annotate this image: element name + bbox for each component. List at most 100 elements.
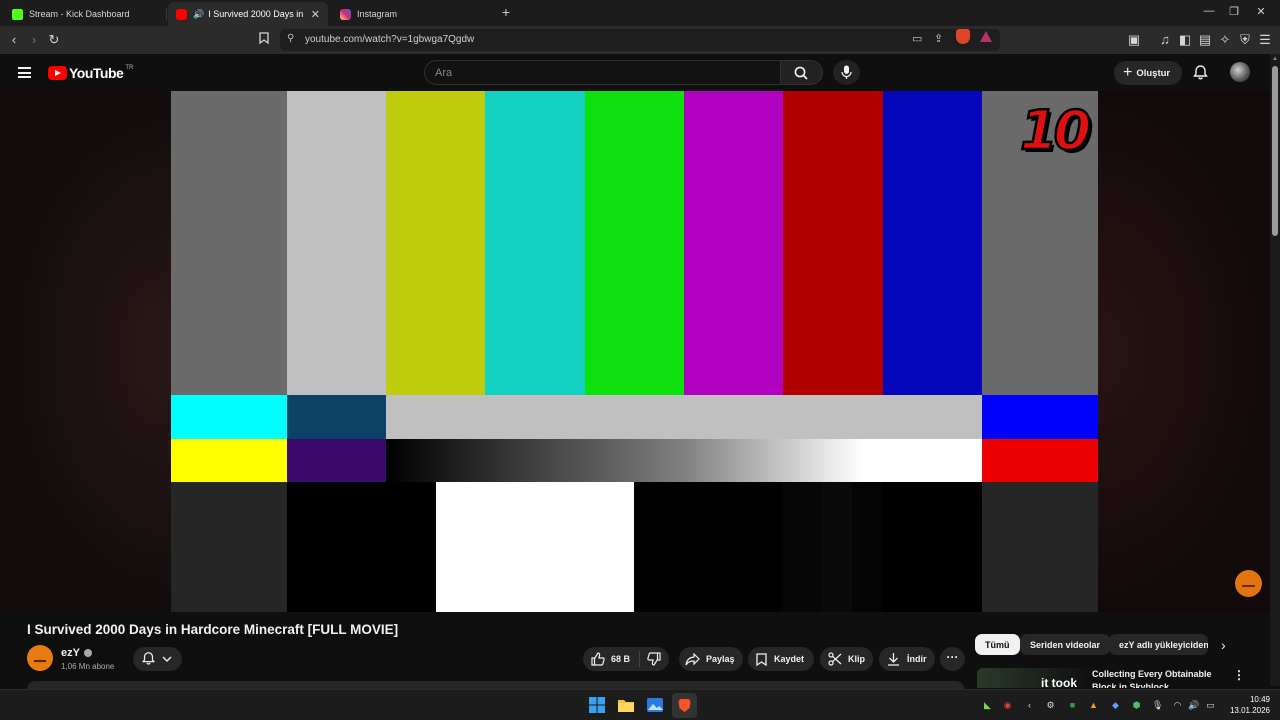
share-button[interactable]: Paylaş [679,647,743,671]
bar-navy [287,395,386,439]
tray-network-app-icon[interactable]: ◆ [1110,700,1121,711]
more-actions-button[interactable]: ··· [940,647,965,671]
file-explorer-icon[interactable] [616,695,636,715]
close-window-icon[interactable]: ✕ [1254,5,1268,18]
notifications-bell-icon[interactable] [1192,64,1209,81]
tray-battery-icon[interactable]: ▭ [1205,700,1216,711]
tray-app-icon[interactable]: ■ [1067,700,1078,711]
windows-start-icon[interactable] [587,695,607,715]
restore-icon[interactable]: ❐ [1227,5,1241,18]
forward-icon[interactable]: › [26,32,42,48]
tray-recording-icon[interactable]: ◉ [1002,700,1013,711]
bookmark-icon[interactable] [256,32,272,48]
download-button[interactable]: İndir [879,647,935,671]
tray-settings-icon[interactable]: ⚙ [1045,700,1056,711]
bar-white [287,91,386,395]
channel-avatar[interactable] [27,645,53,671]
search-box [424,60,781,85]
youtube-play-icon [48,66,67,80]
wallet-icon[interactable]: ▤ [1197,32,1213,48]
channel-name[interactable]: ezY [61,647,80,659]
taskbar-clock[interactable]: 10:49 13.01.2026 [1222,694,1270,716]
reload-icon[interactable]: ↻ [46,32,62,48]
create-button[interactable]: + Oluştur [1114,61,1182,85]
scroll-up-icon[interactable]: ▲ [1272,56,1278,62]
page-scrollbar[interactable]: ▲ [1270,54,1280,686]
bar-red [783,91,883,395]
new-tab-icon[interactable]: + [498,4,514,20]
channel-name-row[interactable]: ezY [61,647,92,659]
guide-menu-icon[interactable] [18,67,31,78]
tab-title: I Survived 2000 Days in Hardc [208,9,305,19]
bar-bright-cyan [171,395,287,439]
vpn-icon[interactable]: ⛨ [1237,32,1253,48]
youtube-favicon-icon [176,8,187,20]
bar-cyan [485,91,585,395]
channel-watermark[interactable] [1235,570,1262,597]
windows-taskbar: ◣ ◉ ‹ ⚙ ■ ▲ ◆ ⬢ 🎙 ◠ 🔊 ▭ 10:49 13.01.2026 [0,689,1280,720]
recommended-more-icon[interactable]: ⋮ [1233,668,1245,682]
dislike-button[interactable] [639,647,669,671]
tray-warning-icon[interactable]: ▲ [1088,700,1099,711]
close-tab-icon[interactable]: ✕ [305,8,320,21]
photos-icon[interactable] [645,695,665,715]
description-box[interactable] [27,681,964,689]
site-info-icon[interactable]: ⚲ [287,33,294,44]
create-label: Oluştur [1136,67,1171,79]
recommended-title[interactable]: Collecting Every Obtainable Block in Sky… [1092,668,1212,688]
minimize-icon[interactable]: — [1202,5,1216,17]
brave-taskbar-button[interactable] [672,693,697,718]
tab-title: Stream - Kick Dashboard [29,9,130,19]
youtube-logo[interactable]: YouTube TR [48,65,133,81]
clip-button[interactable]: Klip [820,647,873,671]
scissors-icon [828,652,842,666]
address-bar[interactable]: ⚲ youtube.com/watch?v=1gbwga7Qgdw ▭ ⇪ [280,29,1000,51]
youtube-header: YouTube TR + Oluştur [0,54,1270,92]
tray-wifi-icon[interactable]: ◠ [1172,700,1183,711]
audio-playing-icon[interactable]: 🔊 [193,9,204,20]
tray-volume-icon[interactable]: 🔊 [1188,700,1199,711]
like-dislike-group: 68 B [583,647,669,671]
bar-bright-yellow [171,439,287,482]
tray-microphone-icon[interactable]: 🎙 [1152,700,1163,711]
bar-gray [171,91,287,395]
sidebar-icon[interactable]: ◧ [1177,32,1193,48]
screenshot-icon[interactable]: ▣ [1126,32,1142,48]
share-page-icon[interactable]: ⇪ [934,32,943,45]
brave-shields-icon[interactable] [956,29,970,44]
menu-icon[interactable]: ☰ [1257,32,1273,48]
url-text: youtube.com/watch?v=1gbwga7Qgdw [305,34,475,45]
leo-ai-icon[interactable]: ✧ [1217,32,1233,48]
download-icon [888,653,899,666]
tab-instagram[interactable]: Instagram [332,2,494,26]
back-icon[interactable]: ‹ [6,32,22,48]
like-button[interactable]: 68 B [583,647,639,671]
save-button[interactable]: Kaydet [748,647,814,671]
brave-rewards-icon[interactable] [980,31,992,42]
scrollbar-thumb[interactable] [1272,66,1278,236]
voice-search-button[interactable] [833,60,860,85]
thumbs-up-icon [591,652,605,666]
chip-all[interactable]: Tümü [975,634,1020,655]
tab-kick-dashboard[interactable]: Stream - Kick Dashboard [4,2,164,26]
tray-back-icon[interactable]: ‹ [1024,700,1035,711]
subscription-notifications-button[interactable] [133,647,182,671]
tray-nvidia-icon[interactable]: ◣ [982,700,993,711]
microphone-icon [841,65,852,79]
chip-from-uploader[interactable]: ezY adlı yükleyiciden [1109,634,1208,655]
chevron-down-icon [162,656,172,662]
tray-shield-icon[interactable]: ⬢ [1131,700,1142,711]
search-input[interactable] [425,61,780,84]
recommended-thumbnail[interactable]: it took [977,668,1089,688]
account-avatar[interactable] [1230,62,1250,82]
tab-youtube-video[interactable]: 🔊 I Survived 2000 Days in Hardc ✕ [168,2,328,26]
chip-series-videos[interactable]: Seriden videolar [1020,634,1111,655]
bar-pluge-2 [822,482,852,612]
chips-next-icon[interactable]: › [1221,637,1226,653]
bar-dark-gray [171,482,287,612]
video-player[interactable]: 10 [0,91,1270,612]
bar-bright-red [982,439,1098,482]
cast-icon[interactable]: ▭ [912,32,922,45]
search-button[interactable] [781,60,823,85]
media-controls-icon[interactable]: ♫ [1157,32,1173,48]
